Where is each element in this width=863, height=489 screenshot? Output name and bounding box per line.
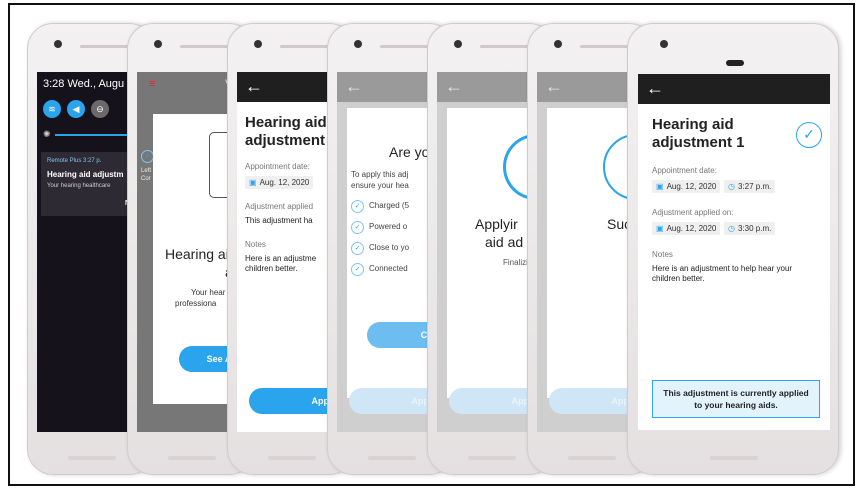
applied-date-chip: ▣ Aug. 12, 2020 [652,222,721,235]
applying-status: Finalizi [503,258,528,267]
front-camera [254,40,262,48]
wifi-toggle-icon[interactable]: ≋ [43,100,61,118]
check-circle-icon: ✓ [351,263,364,276]
earpiece [580,45,630,48]
applied-time: 3:30 p.m. [737,224,772,233]
applied-label: Adjustment applied [245,202,314,211]
back-arrow-icon[interactable]: ← [245,76,263,97]
front-camera [660,40,668,48]
check-item-3: Close to yo [369,243,410,252]
calendar-icon: ▣ [656,224,664,233]
applying-title-line1: Applyir [475,216,518,232]
home-indicator [68,456,116,460]
check-item-2: Powered o [369,222,408,231]
clock-icon: ◷ [728,182,735,191]
check-circle-icon: ✓ [351,242,364,255]
dialog-body-line1: Your hear [191,288,226,297]
adjustment-title-line1: Hearing aid [652,116,734,133]
appointment-date-chip: ▣ Aug. 12, 2020 [245,176,314,189]
front-camera [554,40,562,48]
status-time: 3:28 Wed., Augu [43,78,125,90]
earpiece [480,45,530,48]
dialog-title-line1: Hearing ai [165,246,229,262]
front-camera [454,40,462,48]
banner-line1: This adjustment is currently applied [663,388,809,398]
banner-line2: to your hearing aids. [694,400,778,410]
appointment-date: Aug. 12, 2020 [666,182,717,191]
checklist-intro-line2: ensure your hea [351,181,409,190]
checklist-intro-line1: To apply this adj [351,170,409,179]
back-arrow-icon[interactable]: ← [545,76,563,97]
front-camera [154,40,162,48]
side-label-left: Left [141,168,152,174]
check-circle-icon: ✓ [351,200,364,213]
brightness-icon: ✺ [43,129,51,139]
home-indicator [710,456,758,460]
appointment-date-chip: ▣ Aug. 12, 2020 [652,180,721,193]
screenshot-frame: 3:28 Wed., Augu ≋ ◀ ⊖ ✺ Remote Plus 3:27… [8,3,855,486]
applied-text: This adjustment ha [245,216,313,225]
appointment-date: Aug. 12, 2020 [259,178,310,187]
check-circle-icon: ✓ [351,221,364,234]
adjustment-title-line1: Hearing aid [245,114,327,131]
applied-banner: This adjustment is currently applied to … [652,380,820,418]
home-indicator [568,456,616,460]
notes-label: Notes [652,250,673,259]
notif-app-name: Remote Plus 3:27 p. [47,158,102,164]
check-item-4: Connected [369,264,408,273]
applied-check-icon: ✓ [796,122,822,148]
clock-icon: ◷ [728,224,735,233]
earpiece [180,45,230,48]
notes-line1: Here is an adjustme [245,254,317,263]
applied-date: Aug. 12, 2020 [666,224,717,233]
home-indicator [268,456,316,460]
appointment-time: 3:27 p.m. [737,182,772,191]
side-label-cor: Cor [141,176,151,182]
applying-title-line2: aid ad [485,234,524,250]
adjustment-title-line2: adjustment 1 [652,134,745,151]
front-camera [54,40,62,48]
appointment-label: Appointment date: [652,166,717,175]
home-indicator [468,456,516,460]
appointment-time-chip: ◷ 3:27 p.m. [724,180,776,193]
adjustment-title-line2: adjustment [245,132,326,149]
appointment-label: Appointment date: [245,162,310,171]
applied-label: Adjustment applied on: [652,208,734,217]
back-arrow-icon[interactable]: ← [345,76,363,97]
check-item-1: Charged (5 [369,201,410,210]
sound-toggle-icon[interactable]: ◀ [67,100,85,118]
home-indicator [368,456,416,460]
applied-time-chip: ◷ 3:30 p.m. [724,222,776,235]
earpiece [80,45,130,48]
calendar-icon: ▣ [249,178,257,187]
home-indicator [168,456,216,460]
back-arrow-icon[interactable]: ← [646,78,664,99]
notes-line1: Here is an adjustment to help hear your [652,264,793,273]
phone-7: ← Hearing aid adjustment 1 ✓ Appointment… [627,23,839,475]
adjustment-applied-screen: ← Hearing aid adjustment 1 ✓ Appointment… [638,74,830,430]
checklist-title: Are yo [389,144,430,160]
earpiece [380,45,430,48]
dialog-body-line2: professiona [175,299,217,308]
back-arrow-icon[interactable]: ← [445,76,463,97]
calendar-icon: ▣ [656,182,664,191]
app-bar: ← [638,74,830,104]
speaker-slot [726,60,744,66]
notes-line2: children better. [245,264,298,273]
notes-label: Notes [245,240,266,249]
dnd-toggle-icon[interactable]: ⊖ [91,100,109,118]
front-camera [354,40,362,48]
earpiece [280,45,330,48]
notif-title: Hearing aid adjustm [47,170,124,179]
menu-icon[interactable]: ≡ [149,78,155,90]
notes-line2: children better. [652,274,705,283]
notif-text: Your hearing healthcare [47,183,111,189]
